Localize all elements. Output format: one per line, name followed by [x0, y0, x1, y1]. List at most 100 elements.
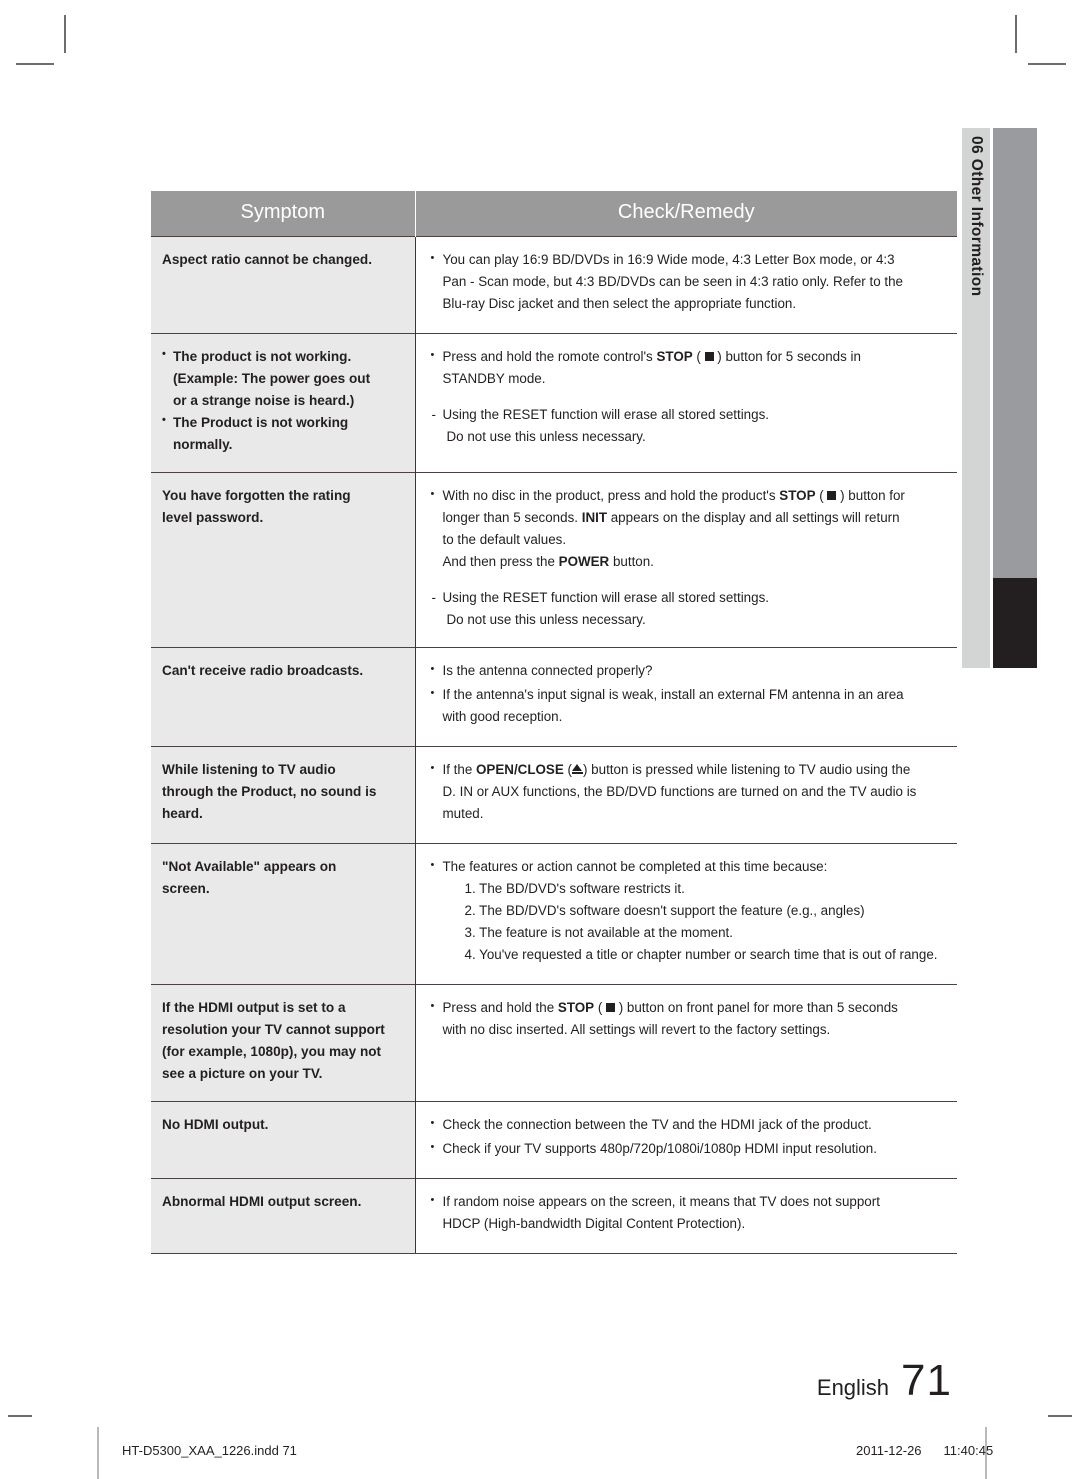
page-number-block: English 71 — [817, 1356, 952, 1406]
footer-rule-left — [97, 1427, 99, 1479]
symptom-line: No HDMI output. — [162, 1116, 269, 1132]
page-language-label: English — [816, 1375, 890, 1400]
remedy-text: You can play 16:9 BD/DVDs in 16:9 Wide m… — [442, 252, 895, 267]
stop-square-icon — [606, 1002, 616, 1012]
chapter-tab-label: 06 Other Information — [968, 136, 985, 297]
symptom-line: "Not Available" appears on — [162, 858, 337, 874]
symptom-cell: No HDMI output. — [151, 1100, 416, 1179]
remedy-text: Press and hold the — [442, 999, 558, 1015]
remedy-text: STANDBY mode. — [442, 370, 546, 386]
symptom-line: The Product is not working — [173, 415, 349, 430]
crop-mark-top-left-vertical — [64, 15, 66, 53]
troubleshooting-table: Symptom Check/Remedy Aspect ratio cannot… — [151, 191, 957, 1254]
crop-mark-top-right-vertical — [1015, 15, 1017, 53]
table-row: Aspect ratio cannot be changed. You can … — [151, 236, 957, 334]
remedy-text: with good reception. — [442, 708, 563, 724]
table-row: No HDMI output. Check the connection bet… — [151, 1100, 957, 1179]
symptom-line: or a strange noise is heard.) — [173, 392, 355, 408]
symptom-cell: While listening to TV audio through the … — [151, 745, 416, 844]
symptom-cell: The product is not working. (Example: Th… — [151, 332, 416, 473]
remedy-text: Blu-ray Disc jacket and then select the … — [442, 295, 797, 311]
remedy-bullet: Press and hold the STOP ( ) button on fr… — [430, 997, 946, 1041]
footer-date: 2011-12-26 — [856, 1443, 922, 1458]
remedy-text: Is the antenna connected properly? — [442, 662, 653, 678]
crop-mark-bottom-left-horizontal — [8, 1415, 32, 1417]
remedy-text: longer than 5 seconds. — [442, 510, 582, 526]
footer-time: 11:40:45 — [943, 1443, 994, 1458]
table-row: While listening to TV audio through the … — [151, 745, 957, 844]
symptom-line: normally. — [173, 437, 233, 453]
keyword-stop: STOP — [656, 348, 693, 364]
table-row: Abnormal HDMI output screen. If random n… — [151, 1177, 957, 1254]
remedy-text: to the default values. — [442, 532, 567, 547]
remedy-text: Do not use this unless necessary. — [446, 428, 646, 444]
remedy-bullet: Is the antenna connected properly? — [430, 660, 946, 682]
remedy-note: Using the RESET function will erase all … — [430, 587, 946, 631]
remedy-text: If the antenna's input signal is weak, i… — [442, 686, 904, 702]
symptom-bullet: The product is not working. (Example: Th… — [162, 346, 405, 412]
remedy-text: ( — [815, 488, 828, 504]
remedy-numbered-item: 2. The BD/DVD's software doesn't support… — [464, 902, 865, 918]
remedy-cell: Check the connection between the TV and … — [415, 1100, 957, 1179]
remedy-text: ) button is pressed while listening to T… — [583, 761, 911, 777]
symptom-cell: Aspect ratio cannot be changed. — [151, 236, 416, 334]
remedy-text: ) button for 5 seconds in — [713, 348, 861, 364]
remedy-text: ( — [692, 348, 705, 364]
footer-timestamp: 2011-12-26 11:40:45 — [856, 1443, 993, 1458]
page-number: 71 — [901, 1356, 952, 1405]
table-row: The product is not working. (Example: Th… — [151, 332, 957, 473]
symptom-line: resolution your TV cannot support — [162, 1021, 385, 1037]
remedy-text: ) button for — [836, 488, 905, 504]
remedy-text: If random noise appears on the screen, i… — [442, 1193, 880, 1209]
keyword-stop: STOP — [557, 999, 595, 1015]
table-header: Symptom Check/Remedy — [151, 191, 957, 237]
remedy-text: ) button on front panel for more than 5 … — [615, 999, 898, 1015]
remedy-line: longer than 5 seconds. INIT appears on t… — [443, 507, 946, 529]
table-row: You have forgotten the rating level pass… — [151, 472, 957, 648]
remedy-numbered-item: 4. You've requested a title or chapter n… — [464, 946, 938, 962]
symptom-line: (for example, 1080p), you may not — [162, 1043, 382, 1059]
remedy-text: If the — [442, 761, 476, 777]
remedy-cell: You can play 16:9 BD/DVDs in 16:9 Wide m… — [415, 236, 957, 334]
remedy-text: Check the connection between the TV and … — [442, 1116, 872, 1132]
table-row: "Not Available" appears on screen. The f… — [151, 842, 957, 985]
symptom-line: (Example: The power goes out — [173, 370, 371, 386]
remedy-note: Using the RESET function will erase all … — [430, 404, 946, 448]
remedy-text: button. — [609, 553, 654, 569]
remedy-numbered-item: 3. The feature is not available at the m… — [464, 924, 733, 940]
table-row: Can't receive radio broadcasts. Is the a… — [151, 646, 957, 747]
remedy-bullet: Check the connection between the TV and … — [430, 1114, 946, 1136]
keyword-init: INIT — [581, 510, 608, 526]
table-row: If the HDMI output is set to a resolutio… — [151, 983, 957, 1102]
symptom-cell: Can't receive radio broadcasts. — [151, 646, 416, 747]
chapter-tab: 06 Other Information — [962, 128, 990, 668]
remedy-bullet: You can play 16:9 BD/DVDs in 16:9 Wide m… — [430, 249, 946, 315]
symptom-line: level password. — [162, 510, 264, 526]
remedy-bullet: Press and hold the romote control's STOP… — [430, 346, 946, 390]
keyword-open-close: OPEN/CLOSE — [476, 761, 564, 777]
remedy-bullet: If the OPEN/CLOSE () button is pressed w… — [430, 759, 946, 825]
symptom-cell: If the HDMI output is set to a resolutio… — [151, 983, 416, 1102]
table-body: Aspect ratio cannot be changed. You can … — [151, 236, 957, 1254]
keyword-stop: STOP — [779, 488, 816, 504]
symptom-bullet: The Product is not working normally. — [162, 412, 405, 456]
remedy-cell: With no disc in the product, press and h… — [415, 472, 957, 648]
remedy-cell: Press and hold the STOP ( ) button on fr… — [415, 983, 957, 1102]
symptom-line: see a picture on your TV. — [162, 1065, 323, 1081]
remedy-cell: Is the antenna connected properly? If th… — [415, 646, 957, 747]
remedy-cell: Press and hold the romote control's STOP… — [415, 332, 957, 473]
chapter-bar-black — [993, 578, 1037, 668]
crop-mark-top-left-horizontal — [16, 63, 54, 65]
symptom-line: Abnormal HDMI output screen. — [162, 1193, 362, 1209]
remedy-bullet: If the antenna's input signal is weak, i… — [430, 684, 946, 728]
symptom-line: screen. — [162, 880, 210, 896]
remedy-bullet: If random noise appears on the screen, i… — [430, 1191, 946, 1235]
troubleshooting-table-container: Symptom Check/Remedy Aspect ratio cannot… — [151, 191, 957, 1254]
remedy-text: with no disc inserted. All settings will… — [442, 1021, 831, 1037]
keyword-power: POWER — [558, 553, 610, 569]
remedy-text: Using the RESET function will erase all … — [442, 589, 770, 605]
remedy-text: Pan - Scan mode, but 4:3 BD/DVDs can be … — [442, 273, 904, 289]
remedy-bullet: The features or action cannot be complet… — [430, 856, 946, 966]
remedy-bullet: With no disc in the product, press and h… — [430, 485, 946, 573]
stop-square-icon — [827, 491, 837, 501]
